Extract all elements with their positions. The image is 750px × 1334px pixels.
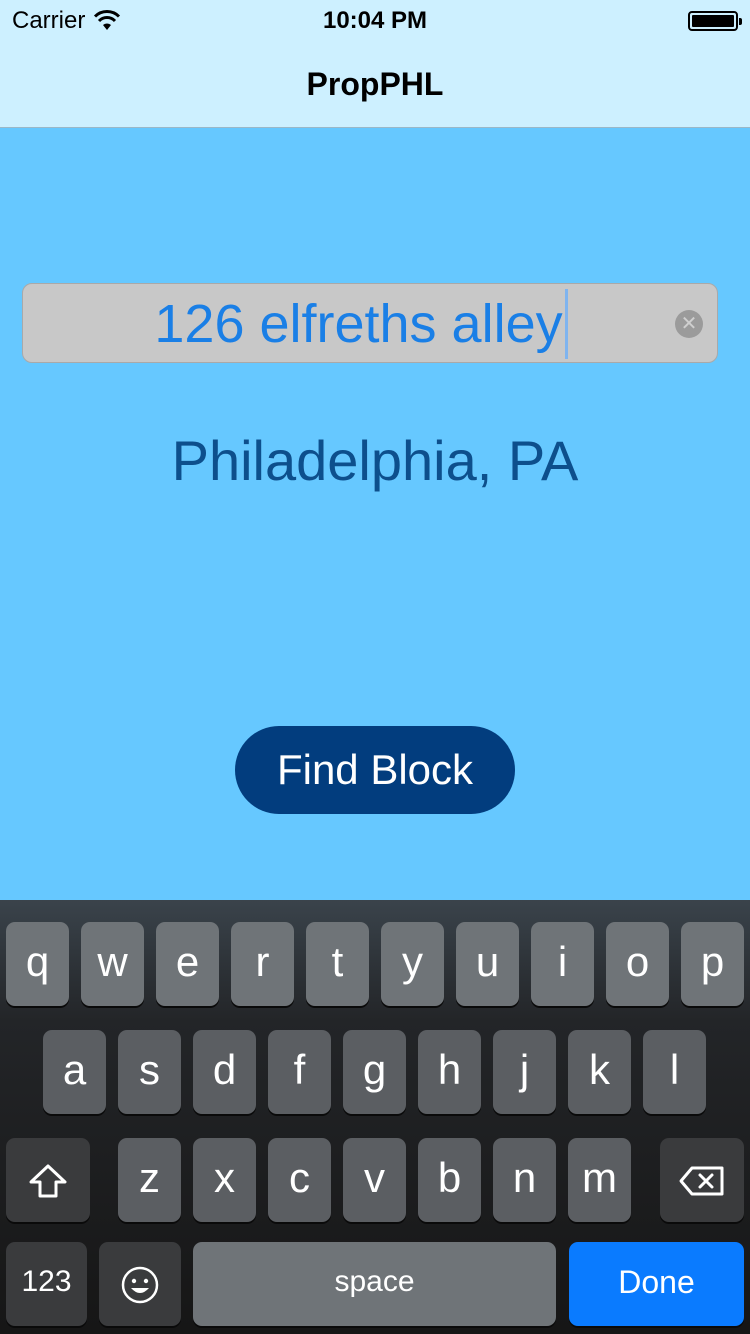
key-p[interactable]: p — [681, 922, 744, 1006]
space-key[interactable]: space — [193, 1242, 556, 1326]
navigation-bar: Carrier 10:04 PM PropPHL — [0, 0, 750, 128]
text-cursor — [564, 288, 568, 359]
key-v[interactable]: v — [343, 1138, 406, 1222]
key-s[interactable]: s — [118, 1030, 181, 1114]
key-q[interactable]: q — [6, 922, 69, 1006]
key-f[interactable]: f — [268, 1030, 331, 1114]
emoji-key[interactable] — [99, 1242, 181, 1326]
clear-text-button[interactable]: ✕ — [675, 310, 703, 338]
delete-icon — [679, 1166, 724, 1196]
delete-key[interactable] — [660, 1138, 744, 1222]
clock: 10:04 PM — [322, 7, 428, 34]
key-j[interactable]: j — [493, 1030, 556, 1114]
numbers-key[interactable]: 123 — [6, 1242, 87, 1326]
key-x[interactable]: x — [193, 1138, 256, 1222]
city-label: Philadelphia, PA — [171, 429, 579, 492]
key-c[interactable]: c — [268, 1138, 331, 1222]
key-t[interactable]: t — [306, 922, 369, 1006]
shift-icon — [29, 1164, 67, 1198]
clear-icon: ✕ — [680, 313, 698, 335]
key-i[interactable]: i — [531, 922, 594, 1006]
key-h[interactable]: h — [418, 1030, 481, 1114]
find-block-button[interactable]: Find Block — [235, 726, 515, 814]
page-title: PropPHL — [306, 66, 444, 102]
key-b[interactable]: b — [418, 1138, 481, 1222]
address-input[interactable]: 126 elfreths alley ✕ — [22, 283, 718, 363]
key-r[interactable]: r — [231, 922, 294, 1006]
keyboard: q w e r t y u i o p a s d f g h j k l z … — [0, 900, 750, 1334]
emoji-icon — [121, 1266, 159, 1304]
key-y[interactable]: y — [381, 922, 444, 1006]
done-key[interactable]: Done — [569, 1242, 744, 1326]
key-a[interactable]: a — [43, 1030, 106, 1114]
key-w[interactable]: w — [81, 922, 144, 1006]
key-u[interactable]: u — [456, 922, 519, 1006]
key-m[interactable]: m — [568, 1138, 631, 1222]
key-d[interactable]: d — [193, 1030, 256, 1114]
address-value: 126 elfreths alley — [154, 294, 563, 354]
key-e[interactable]: e — [156, 922, 219, 1006]
battery-icon — [688, 11, 742, 31]
status-bar: Carrier 10:04 PM — [0, 0, 750, 40]
key-n[interactable]: n — [493, 1138, 556, 1222]
key-k[interactable]: k — [568, 1030, 631, 1114]
address-text-wrap: 126 elfreths alley — [23, 288, 719, 359]
key-g[interactable]: g — [343, 1030, 406, 1114]
key-o[interactable]: o — [606, 922, 669, 1006]
key-z[interactable]: z — [118, 1138, 181, 1222]
shift-key[interactable] — [6, 1138, 90, 1222]
key-l[interactable]: l — [643, 1030, 706, 1114]
